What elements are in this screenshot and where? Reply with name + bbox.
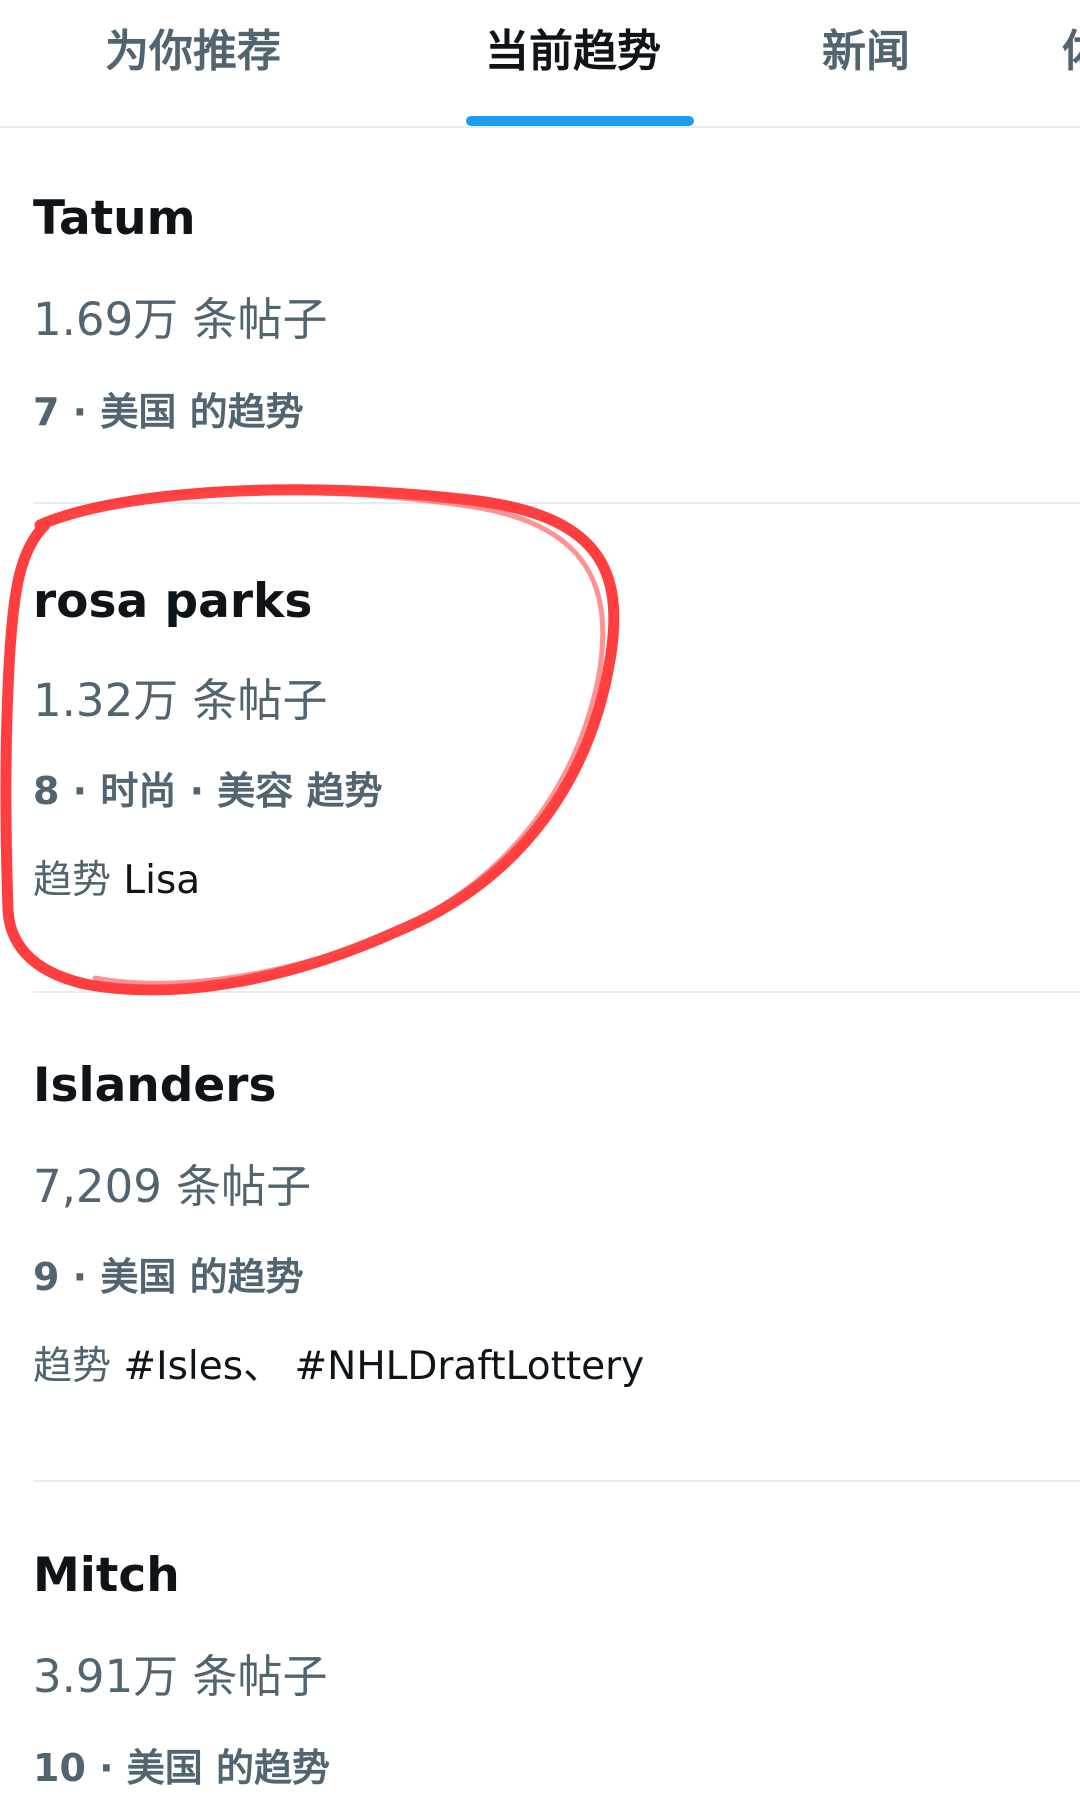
related-tags[interactable]: Lisa [123,858,200,903]
tab-for-you[interactable]: 为你推荐 [105,12,281,92]
tab-bar: 为你推荐 当前趋势 新闻 体 [0,0,1080,128]
trend-title: Mitch [33,1548,180,1603]
divider [33,502,1080,504]
trend-title: Tatum [33,191,196,246]
trend-rank-context: 8 · 时尚 · 美容 趋势 [33,769,383,813]
tab-sports[interactable]: 体 [1062,12,1080,92]
tab-trending[interactable]: 当前趋势 [485,12,661,92]
trend-related: 趋势 #Isles、 #NHLDraftLottery [33,1335,644,1391]
trend-post-count: 1.32万 条帖子 [33,674,328,727]
divider [33,991,1080,993]
trend-title: rosa parks [33,574,313,629]
trend-rank-context: 7 · 美国 的趋势 [33,390,304,434]
tab-news[interactable]: 新闻 [822,12,910,92]
trend-post-count: 7,209 条帖子 [33,1160,312,1213]
related-tags[interactable]: #Isles、 #NHLDraftLottery [123,1344,644,1389]
related-prefix: 趋势 [33,1344,112,1389]
trend-title: Islanders [33,1058,277,1113]
trend-rank-context: 10 · 美国 的趋势 [33,1746,331,1790]
trend-rank-context: 9 · 美国 的趋势 [33,1255,304,1299]
annotation-stroke-texture [57,490,606,986]
trend-related: 趋势 Lisa [33,849,200,905]
divider [33,1480,1080,1482]
trend-post-count: 3.91万 条帖子 [33,1650,328,1703]
related-prefix: 趋势 [33,858,112,903]
annotation-stroke [0,484,620,996]
trend-post-count: 1.69万 条帖子 [33,293,328,346]
active-tab-indicator [466,116,694,126]
